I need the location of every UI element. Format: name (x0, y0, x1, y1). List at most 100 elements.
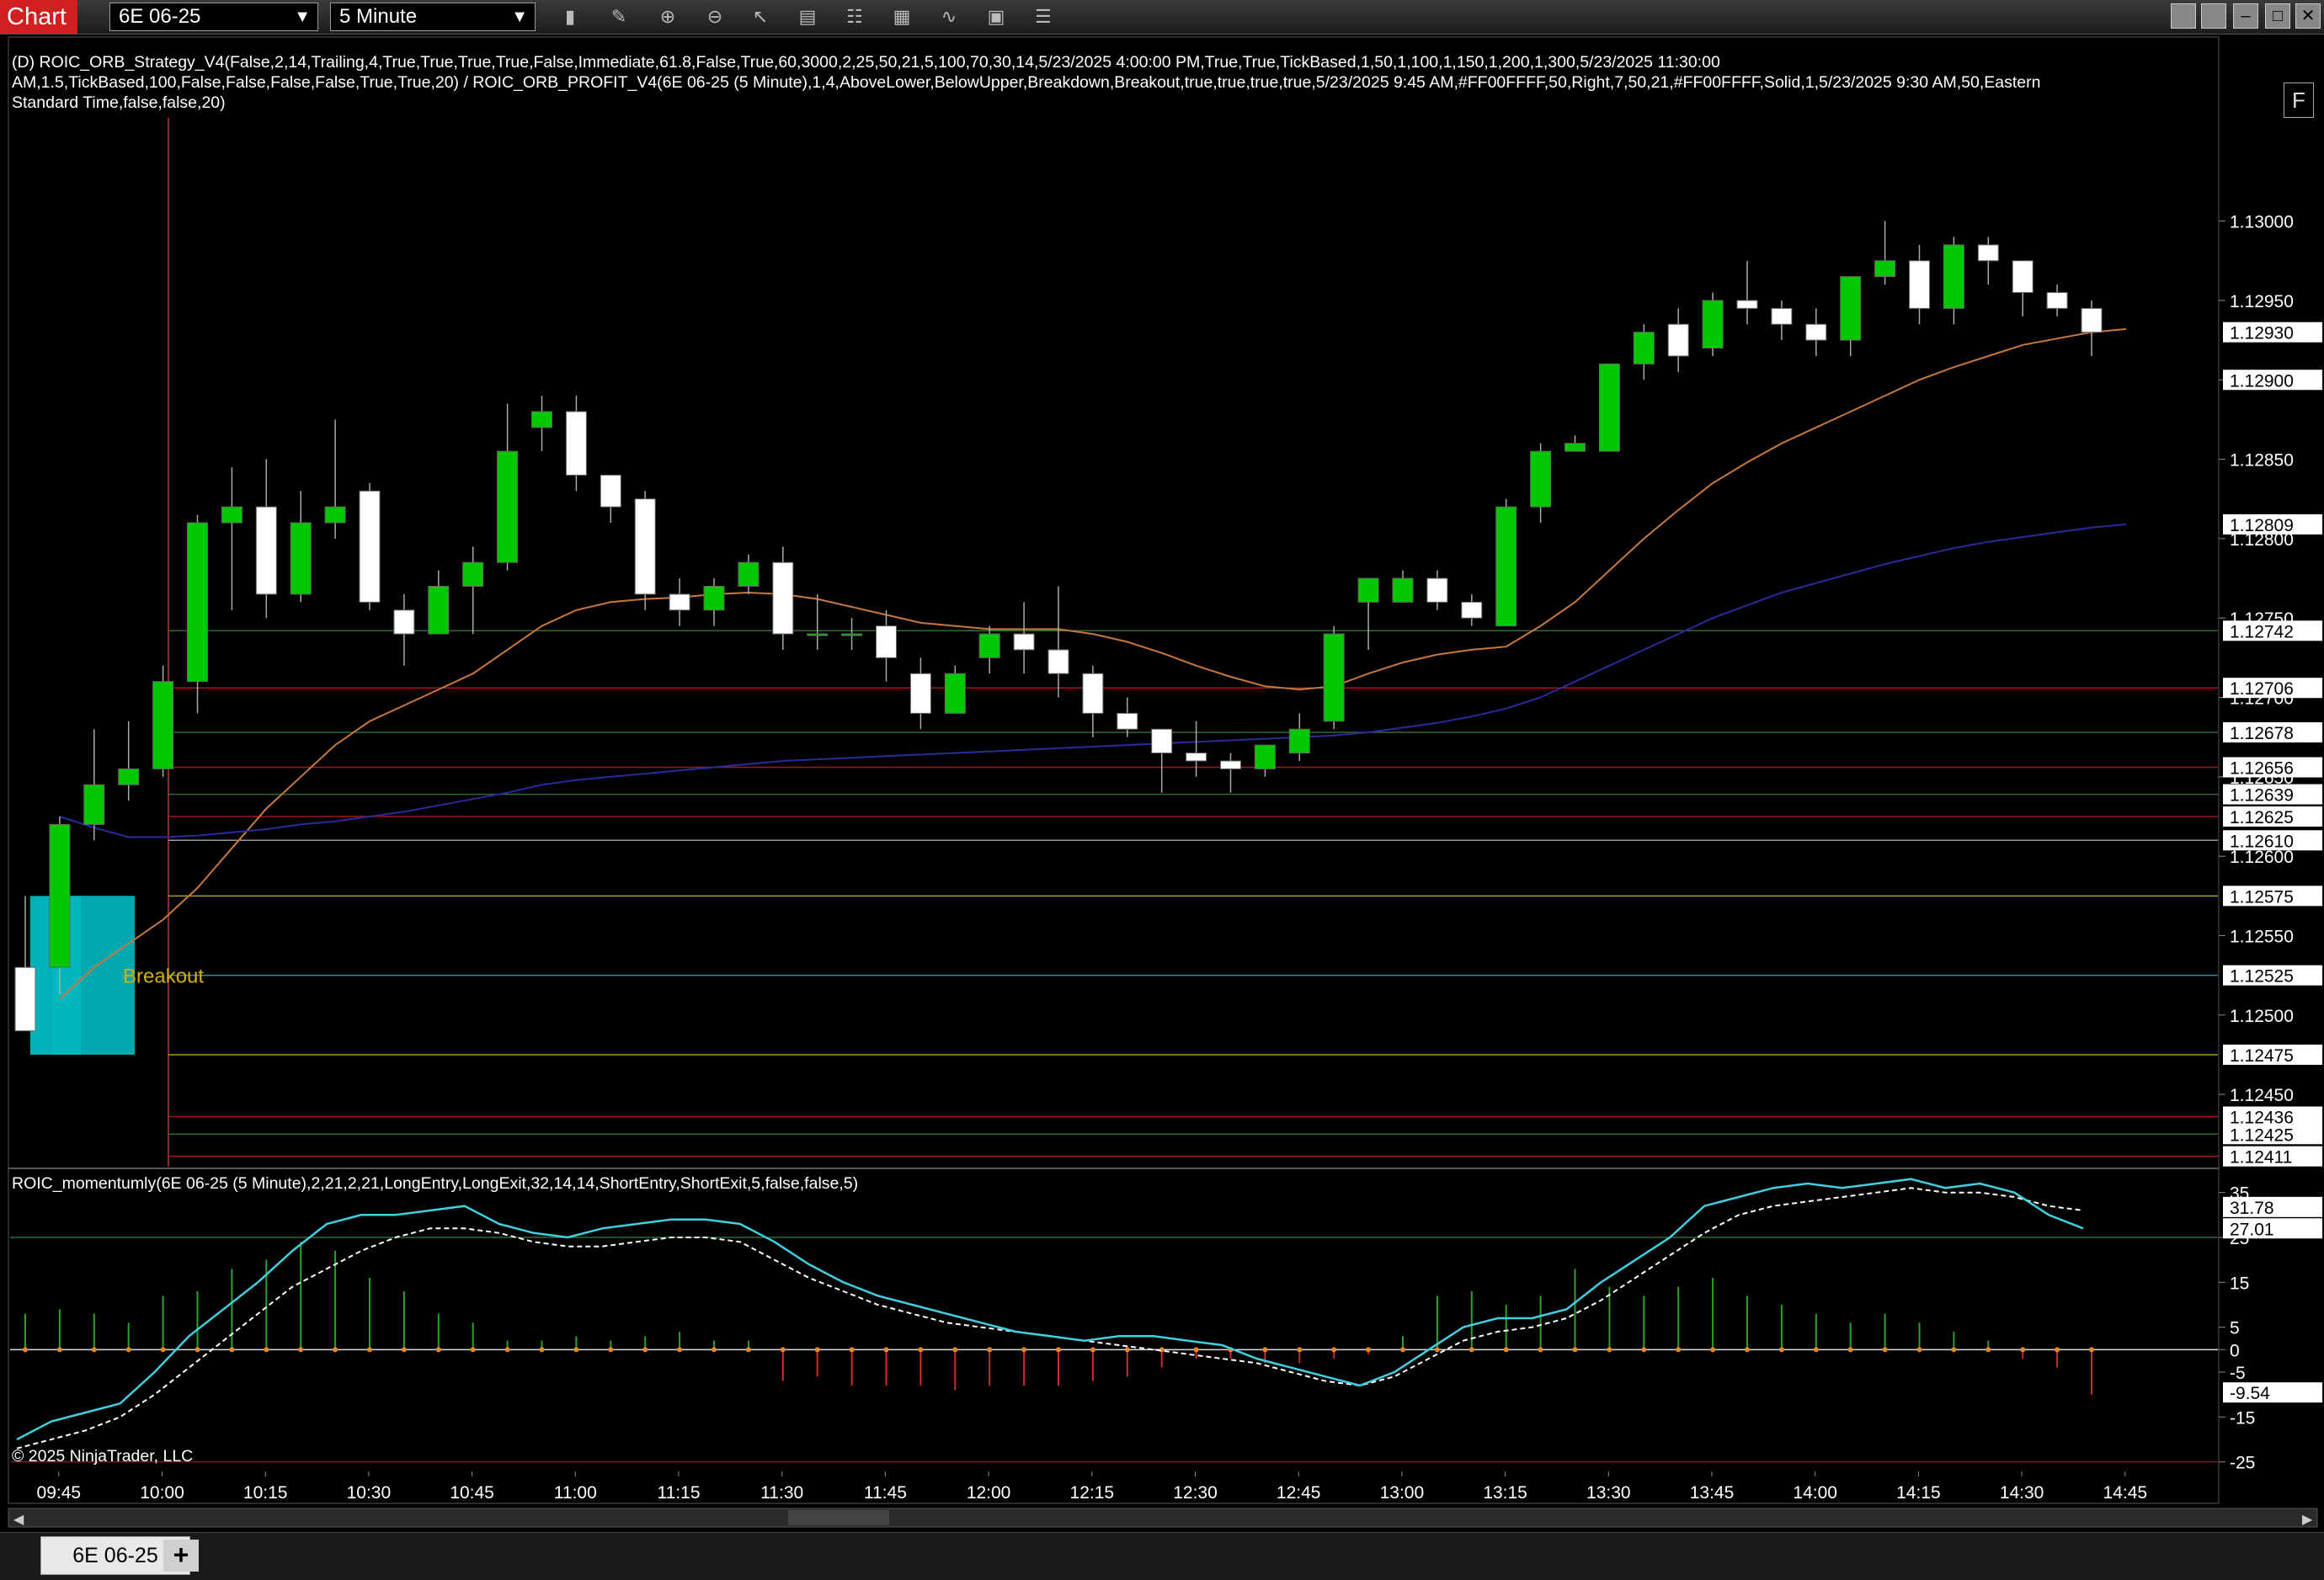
candle-body (1943, 244, 1964, 309)
candle-body (2046, 292, 2068, 309)
price-marker-label: 1.12900 (2230, 371, 2294, 391)
zero-dot (435, 1347, 441, 1353)
zero-dot (1641, 1347, 1647, 1353)
time-axis-label: 11:45 (864, 1483, 907, 1503)
price-axis-label: 1.12500 (2230, 1007, 2294, 1026)
time-axis-label: 10:30 (347, 1483, 392, 1503)
zero-dot (1056, 1347, 1061, 1353)
f-button[interactable]: F (2284, 82, 2314, 118)
candle-body (1357, 577, 1379, 603)
pointer-icon[interactable]: ↖ (746, 3, 775, 30)
list-icon[interactable]: ☰ (1029, 3, 1058, 30)
zero-dot (608, 1347, 614, 1353)
tabs-bar: 6E 06-25 + (0, 1532, 2324, 1580)
templates-icon[interactable]: ▣ (982, 3, 1010, 30)
zero-dot (470, 1347, 476, 1353)
zero-dot (1193, 1347, 1199, 1353)
indicator-axis-label: -25 (2230, 1454, 2255, 1473)
indicators-icon[interactable]: ▦ (887, 3, 916, 30)
instrument-value: 6E 06-25 (119, 5, 201, 28)
strategies-icon[interactable]: ∿ (935, 3, 963, 30)
candle-body (1633, 332, 1655, 364)
zero-dot (1297, 1347, 1303, 1353)
candle-body (1598, 363, 1620, 452)
time-axis-label: 14:45 (2103, 1483, 2148, 1503)
indicator-marker-label: -9.54 (2230, 1384, 2270, 1403)
zero-dot (849, 1347, 855, 1353)
price-marker-label: 1.12475 (2230, 1046, 2294, 1066)
candle-body (1254, 744, 1276, 769)
candle-body (1426, 577, 1448, 603)
price-axis-label: 1.12450 (2230, 1086, 2294, 1105)
price-marker-label: 1.12639 (2230, 786, 2294, 806)
zero-dot (1468, 1347, 1474, 1353)
candle-body (1082, 673, 1104, 714)
zero-dot (1676, 1347, 1682, 1353)
candle-body (49, 823, 71, 968)
zero-dot (952, 1347, 958, 1353)
zero-dot (125, 1347, 131, 1353)
indicator-axis-label: 5 (2230, 1319, 2240, 1338)
restore-icon[interactable] (2171, 3, 2196, 29)
maximize-icon[interactable]: □ (2265, 3, 2290, 29)
time-axis-label: 12:45 (1277, 1483, 1321, 1503)
zero-dot (2055, 1347, 2060, 1353)
time-axis-label: 11:30 (760, 1483, 803, 1503)
minimize-icon[interactable]: – (2233, 3, 2258, 29)
zero-dot (298, 1347, 304, 1353)
candle-body (1392, 577, 1414, 603)
chart-canvas[interactable]: Breakout 1.13000 1.12950 1.12900 1.12850 1.12… (0, 34, 2324, 1532)
draw-pencil-icon[interactable]: ✎ (605, 3, 633, 30)
zoom-out-icon[interactable]: ⊖ (701, 3, 729, 30)
time-axis-label: 13:45 (1690, 1483, 1735, 1503)
properties-icon[interactable]: ☷ (840, 3, 869, 30)
zero-dot (1262, 1347, 1268, 1353)
zero-dot (918, 1347, 924, 1353)
time-axis-label: 12:30 (1173, 1483, 1218, 1503)
candle-body (1771, 307, 1793, 325)
candle-body (669, 593, 690, 611)
candle-body (600, 474, 621, 508)
price-marker-label: 1.12525 (2230, 967, 2294, 987)
candle-body (841, 633, 863, 636)
price-axis-label: 1.12950 (2230, 292, 2294, 311)
chevron-down-icon: ▼ (294, 8, 311, 26)
price-marker-label: 1.12575 (2230, 887, 2294, 907)
zero-dot (1159, 1347, 1165, 1353)
zero-dot (401, 1347, 407, 1353)
candle-body (1736, 300, 1758, 309)
time-axis-label: 10:15 (243, 1483, 288, 1503)
scroll-left-icon: ◀ (13, 1513, 24, 1527)
candle-body (1047, 649, 1069, 674)
price-marker-label: 1.12610 (2230, 832, 2294, 851)
add-tab-button[interactable]: + (163, 1540, 199, 1572)
instrument-selector[interactable]: 6E 06-25 ▼ (109, 3, 318, 31)
chart-area[interactable]: Breakout 1.13000 1.12950 1.12900 1.12850 1.12… (0, 34, 2324, 1532)
candle-body (1805, 323, 1827, 341)
breakout-label: Breakout (123, 966, 204, 988)
zero-dot (987, 1347, 993, 1353)
zoom-in-icon[interactable]: ⊕ (653, 3, 682, 30)
close-icon[interactable]: ✕ (2295, 3, 2321, 29)
zero-dot (1813, 1347, 1819, 1353)
candle-body (290, 522, 312, 595)
time-axis-label: 12:15 (1070, 1483, 1115, 1503)
zero-dot (2020, 1347, 2026, 1353)
scrollbar-thumb (788, 1510, 889, 1525)
price-axis-label: 1.12550 (2230, 927, 2294, 946)
app-title: Chart (0, 0, 77, 34)
candle-body (359, 490, 381, 603)
data-box-icon[interactable]: ▤ (793, 3, 822, 30)
indicator-axis-label: -5 (2230, 1364, 2246, 1383)
zero-dot (56, 1347, 62, 1353)
time-axis-label: 13:30 (1586, 1483, 1631, 1503)
candle-body (876, 625, 897, 658)
interval-selector[interactable]: 5 Minute ▼ (330, 3, 536, 31)
candle-body (1151, 728, 1173, 754)
bar-type-icon[interactable]: ▮ (556, 3, 584, 30)
zero-dot (504, 1347, 510, 1353)
horizontal-scrollbar (8, 1508, 2318, 1528)
zero-dot (1503, 1347, 1509, 1353)
indicator-marker-label: 31.78 (2230, 1199, 2274, 1218)
restore-icon[interactable] (2201, 3, 2226, 29)
